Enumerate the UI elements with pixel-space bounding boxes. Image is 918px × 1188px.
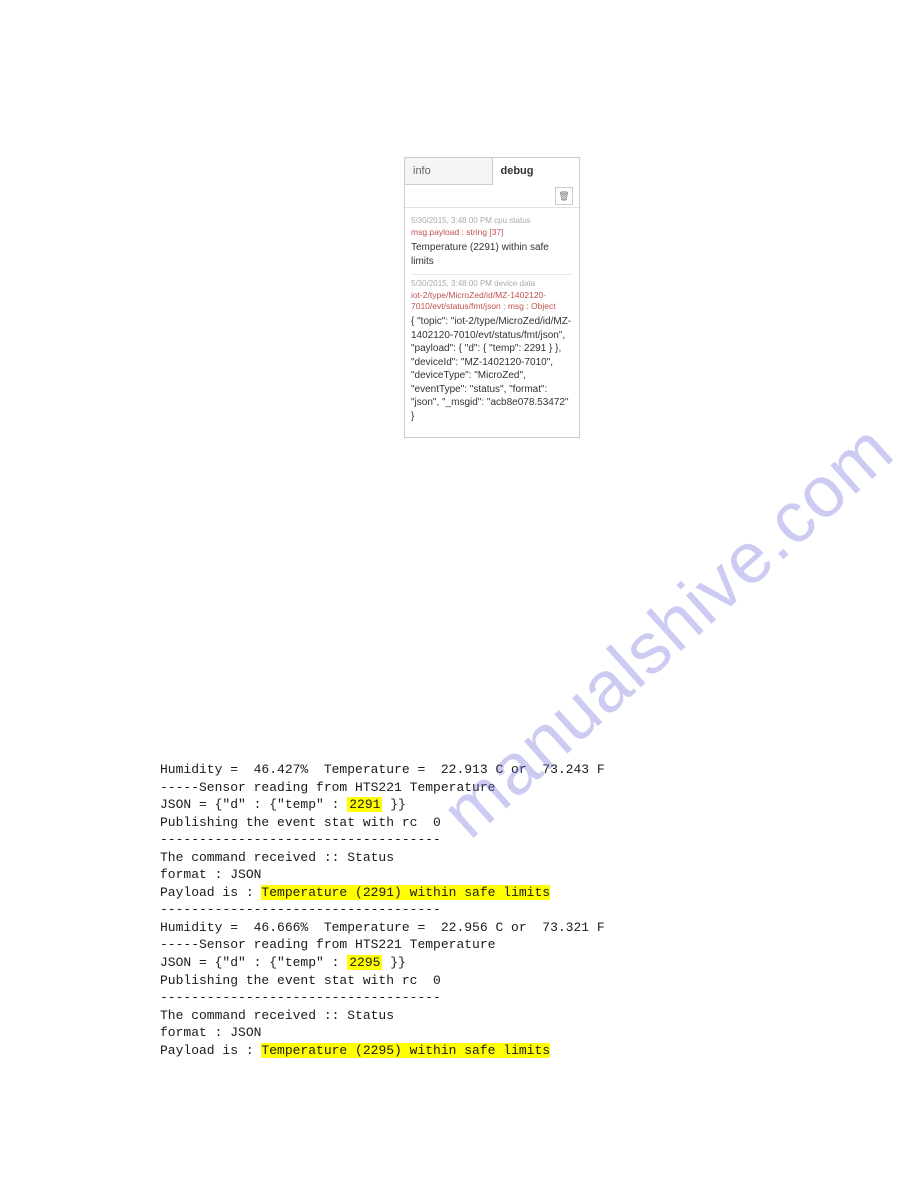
message-body: { "topic": "iot-2/type/MicroZed/id/MZ-14… [411, 315, 573, 423]
log-line: }} [382, 955, 405, 970]
panel-toolbar: 🗑 [405, 185, 579, 208]
message-timestamp: 5/30/2015, 3:48:00 PM device data [411, 279, 573, 288]
log-line: }} [382, 797, 405, 812]
debug-message: 5/30/2015, 3:48:00 PM cpu status msg.pay… [411, 212, 573, 274]
log-line: ------------------------------------ [160, 990, 441, 1005]
debug-message: 5/30/2015, 3:48:00 PM device data iot-2/… [411, 274, 573, 429]
log-line: JSON = {"d" : {"temp" : [160, 797, 347, 812]
message-topic: msg.payload : string [37] [411, 227, 573, 238]
log-line: The command received :: Status [160, 850, 394, 865]
log-line: format : JSON [160, 1025, 261, 1040]
tab-bar: info debug [405, 158, 579, 185]
log-highlight: 2295 [347, 955, 382, 970]
message-topic: iot-2/type/MicroZed/id/MZ-1402120-7010/e… [411, 290, 573, 312]
log-line: -----Sensor reading from HTS221 Temperat… [160, 937, 495, 952]
log-line: ------------------------------------ [160, 902, 441, 917]
terminal-output: Humidity = 46.427% Temperature = 22.913 … [160, 761, 605, 1059]
log-line: ------------------------------------ [160, 832, 441, 847]
log-line: Publishing the event stat with rc 0 [160, 973, 441, 988]
log-highlight: Temperature (2295) within safe limits [261, 1043, 550, 1058]
log-line: Humidity = 46.427% Temperature = 22.913 … [160, 762, 605, 777]
trash-icon[interactable]: 🗑 [555, 187, 573, 205]
message-list: 5/30/2015, 3:48:00 PM cpu status msg.pay… [405, 208, 579, 437]
log-line: Humidity = 46.666% Temperature = 22.956 … [160, 920, 605, 935]
log-line: The command received :: Status [160, 1008, 394, 1023]
debug-panel: info debug 🗑 5/30/2015, 3:48:00 PM cpu s… [404, 157, 580, 438]
log-line: JSON = {"d" : {"temp" : [160, 955, 347, 970]
message-body: Temperature (2291) within safe limits [411, 241, 573, 268]
log-line: Payload is : [160, 885, 261, 900]
log-line: Publishing the event stat with rc 0 [160, 815, 441, 830]
tab-info[interactable]: info [405, 158, 493, 184]
tab-debug[interactable]: debug [493, 158, 580, 185]
log-highlight: 2291 [347, 797, 382, 812]
log-line: Payload is : [160, 1043, 261, 1058]
log-line: -----Sensor reading from HTS221 Temperat… [160, 780, 495, 795]
log-line: format : JSON [160, 867, 261, 882]
log-highlight: Temperature (2291) within safe limits [261, 885, 550, 900]
message-timestamp: 5/30/2015, 3:48:00 PM cpu status [411, 216, 573, 225]
